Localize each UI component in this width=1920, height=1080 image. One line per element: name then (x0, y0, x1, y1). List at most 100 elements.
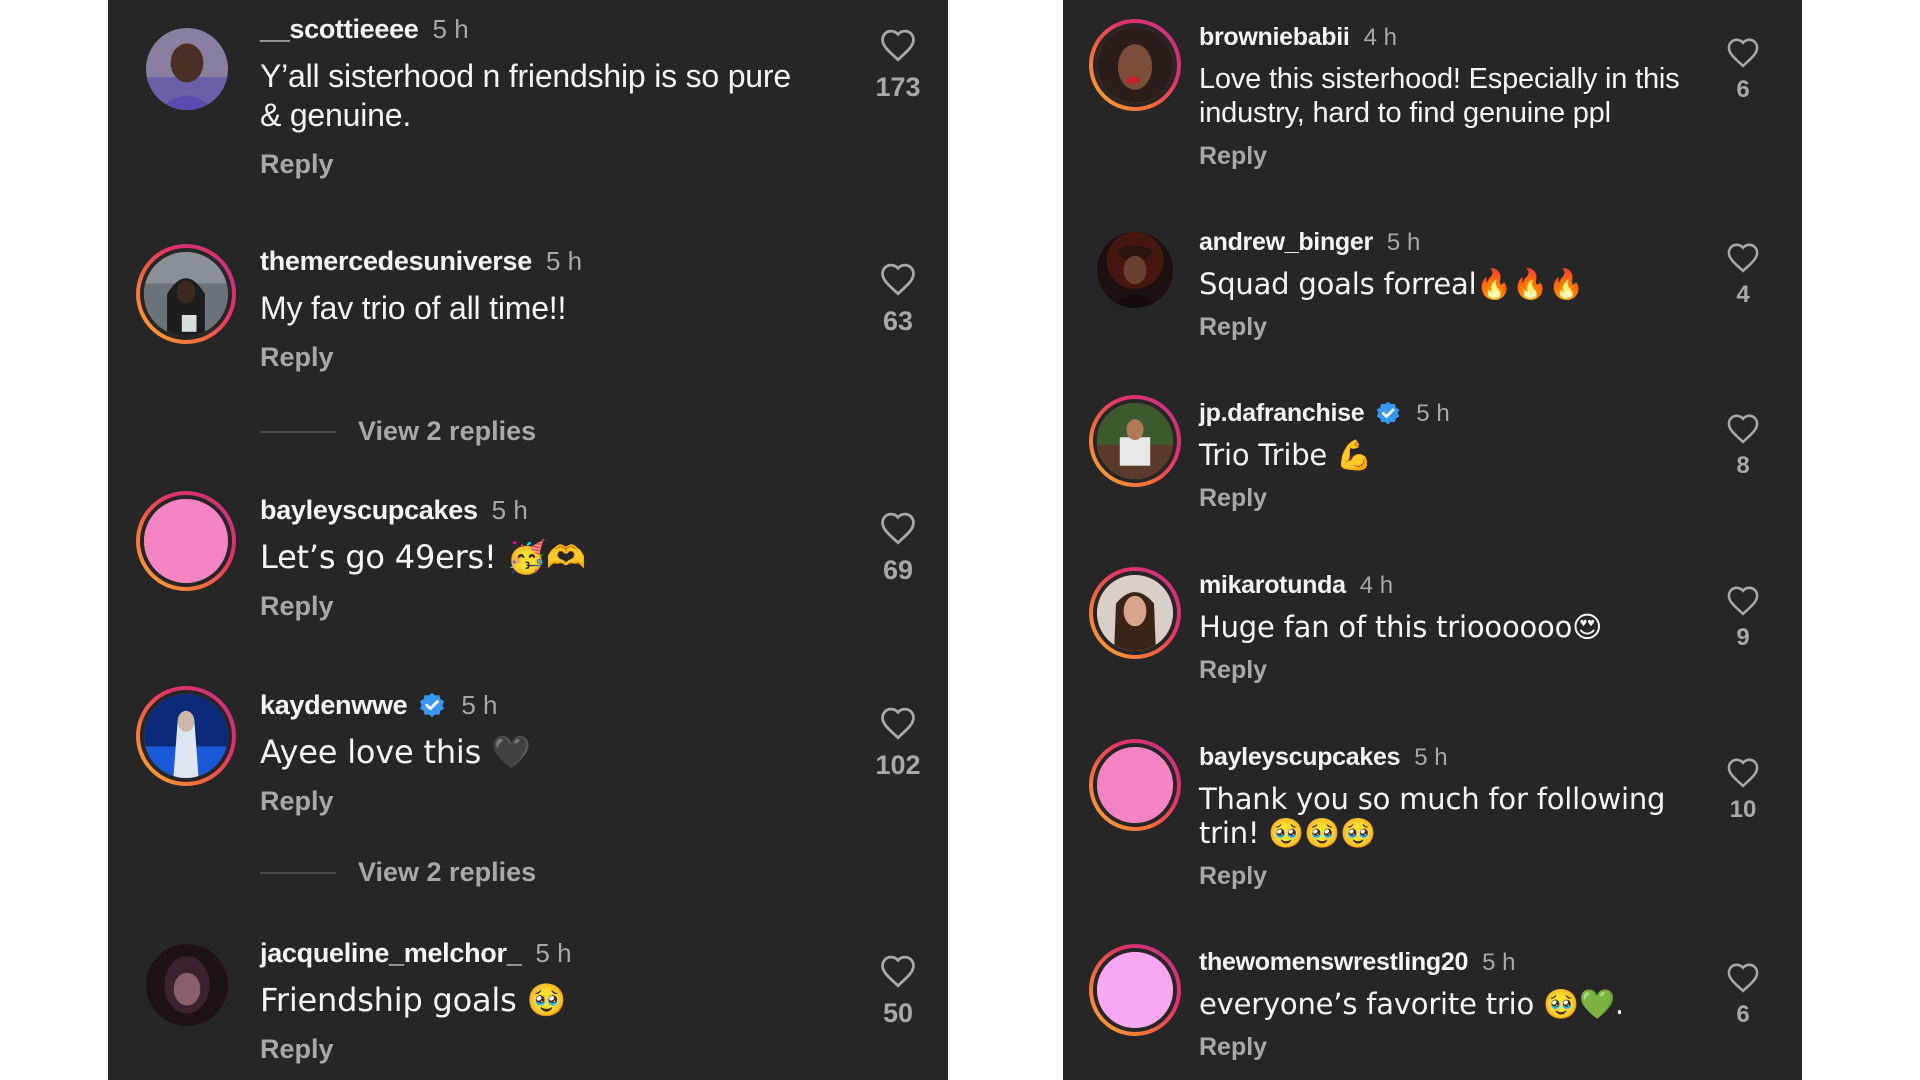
comment-body: bayleyscupcakes 5 h Let’s go 49ers! 🥳🫶 Re… (260, 495, 820, 622)
username[interactable]: kaydenwwe (260, 690, 408, 721)
avatar[interactable] (136, 686, 236, 786)
comment-text: My fav trio of all time!! (260, 290, 567, 326)
like-control: 6 (1693, 37, 1793, 104)
reply-button[interactable]: Reply (1199, 656, 1267, 685)
comment-text: Huge fan of this trioooooo😍 (1199, 610, 1603, 644)
avatar[interactable] (1089, 944, 1181, 1036)
timestamp: 5 h (1416, 399, 1450, 427)
comment-text: Love this sisterhood! Especially in this… (1199, 63, 1680, 129)
timestamp: 5 h (1386, 228, 1421, 256)
username[interactable]: browniebabii (1199, 23, 1350, 52)
heart-icon[interactable] (1726, 962, 1760, 993)
reply-button[interactable]: Reply (1199, 1033, 1267, 1062)
username[interactable]: jacqueline_melchor_ (260, 938, 522, 969)
username[interactable]: __scottieeee (260, 14, 419, 45)
divider-line (260, 871, 336, 874)
comment-text: Y’all sisterhood n friendship is so pure… (260, 58, 791, 133)
avatar[interactable] (1089, 224, 1181, 316)
timestamp: 4 h (1359, 571, 1394, 599)
like-count: 4 (1736, 281, 1750, 308)
heart-icon[interactable] (1726, 585, 1760, 616)
comment-body: __scottieeee 5 h Y’all sisterhood n frien… (260, 14, 820, 180)
comment-text: Ayee love this 🖤 (260, 733, 531, 771)
timestamp: 5 h (432, 14, 469, 44)
view-replies-button[interactable]: View 2 replies (260, 857, 536, 888)
avatar[interactable] (1089, 19, 1181, 111)
like-count: 63 (882, 306, 914, 336)
comment-body: thewomenswrestling20 5 h everyone’s favor… (1199, 948, 1699, 1062)
reply-button[interactable]: Reply (1199, 313, 1267, 342)
avatar-image (140, 495, 232, 587)
avatar-image (1093, 23, 1177, 107)
like-control: 4 (1693, 242, 1793, 309)
avatar[interactable] (136, 934, 236, 1034)
like-count: 102 (875, 750, 921, 780)
like-control: 173 (848, 28, 948, 103)
heart-icon[interactable] (1726, 757, 1760, 788)
reply-button[interactable]: Reply (260, 1034, 334, 1065)
avatar-image (1093, 948, 1177, 1032)
username[interactable]: thewomenswrestling20 (1199, 948, 1468, 977)
avatar[interactable] (136, 18, 236, 118)
timestamp: 5 h (1414, 743, 1448, 771)
like-control: 63 (848, 262, 948, 337)
reply-button[interactable]: Reply (1199, 142, 1267, 171)
timestamp: 4 h (1363, 23, 1397, 51)
comment-text: Squad goals forreal🔥🔥🔥 (1199, 267, 1585, 301)
comment-body: browniebabii 4 h Love this sisterhood! Es… (1199, 23, 1699, 171)
heart-icon[interactable] (1726, 413, 1760, 444)
username[interactable]: mikarotunda (1199, 571, 1346, 600)
like-control: 10 (1693, 757, 1793, 824)
username[interactable]: bayleyscupcakes (1199, 743, 1401, 772)
like-count: 173 (875, 72, 921, 102)
reply-button[interactable]: Reply (260, 786, 334, 817)
avatar[interactable] (1089, 567, 1181, 659)
comment-body: jacqueline_melchor_ 5 h Friendship goals … (260, 938, 820, 1065)
heart-icon[interactable] (879, 511, 917, 545)
heart-icon[interactable] (1726, 37, 1760, 68)
reply-button[interactable]: Reply (260, 149, 334, 180)
reply-button[interactable]: Reply (260, 342, 334, 373)
like-control: 69 (848, 511, 948, 586)
timestamp: 5 h (1482, 948, 1516, 976)
timestamp: 5 h (545, 246, 583, 276)
verified-badge-icon (417, 691, 447, 721)
avatar[interactable] (136, 491, 236, 591)
timestamp: 5 h (491, 495, 528, 525)
avatar-image (140, 690, 232, 782)
heart-icon[interactable] (879, 706, 917, 740)
like-count: 6 (1736, 76, 1750, 103)
like-count: 6 (1736, 1001, 1750, 1028)
like-control: 9 (1693, 585, 1793, 652)
reply-button[interactable]: Reply (260, 591, 334, 622)
reply-button[interactable]: Reply (1199, 862, 1267, 891)
comment-body: bayleyscupcakes 5 h Thank you so much for… (1199, 743, 1699, 891)
avatar-image (1097, 232, 1173, 308)
comment-body: themercedesuniverse 5 h My fav trio of al… (260, 246, 820, 373)
username[interactable]: andrew_binger (1199, 228, 1373, 257)
timestamp: 5 h (535, 938, 572, 968)
avatar-image (146, 944, 228, 1026)
avatar[interactable] (136, 244, 236, 344)
heart-icon[interactable] (1726, 242, 1760, 273)
comment-body: mikarotunda 4 h Huge fan of this triooooo… (1199, 571, 1699, 685)
heart-icon[interactable] (879, 954, 917, 988)
reply-button[interactable]: Reply (1199, 484, 1267, 513)
comments-panel-right: browniebabii 4 h Love this sisterhood! Es… (1063, 0, 1802, 1080)
avatar-image (1093, 399, 1177, 483)
avatar[interactable] (1089, 739, 1181, 831)
timestamp: 5 h (461, 690, 498, 720)
username[interactable]: bayleyscupcakes (260, 495, 478, 526)
avatar-image (140, 248, 232, 340)
like-control: 102 (848, 706, 948, 781)
heart-icon[interactable] (879, 28, 917, 62)
avatar-image (1093, 743, 1177, 827)
username[interactable]: themercedesuniverse (260, 246, 532, 277)
comment-text: Friendship goals 🥹 (260, 981, 567, 1019)
avatar[interactable] (1089, 395, 1181, 487)
username[interactable]: jp.dafranchise (1199, 399, 1365, 428)
like-count: 50 (882, 998, 914, 1028)
comment-text: Trio Tribe 💪 (1199, 438, 1373, 472)
view-replies-button[interactable]: View 2 replies (260, 416, 536, 447)
heart-icon[interactable] (879, 262, 917, 296)
